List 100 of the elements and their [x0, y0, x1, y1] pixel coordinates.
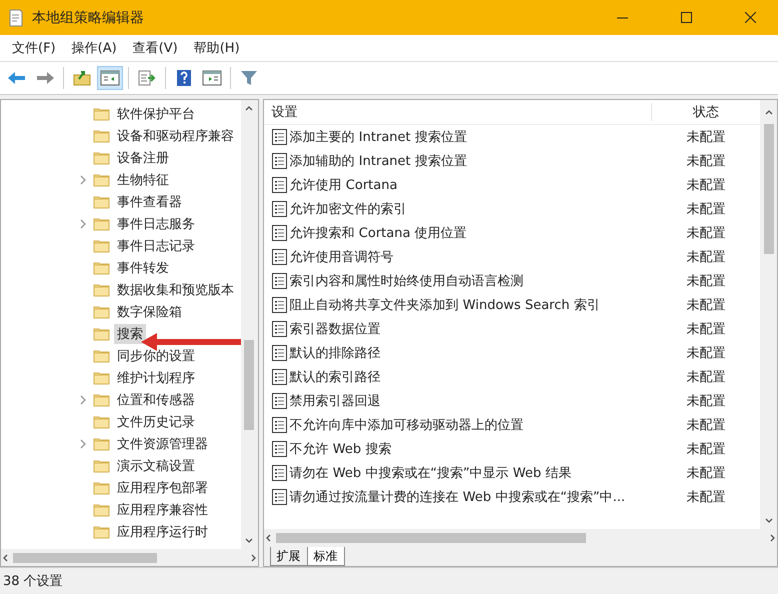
setting-name[interactable]: 不允许向库中添加可移动驱动器上的位置	[290, 416, 652, 434]
up-caret-icon[interactable]	[245, 104, 254, 112]
view-tab[interactable]: 标准	[306, 547, 345, 566]
tree-item[interactable]: 事件日志服务	[114, 214, 198, 234]
tree-item[interactable]: 设备注册	[114, 148, 172, 168]
setting-name[interactable]: 请勿在 Web 中搜索或在“搜索”中显示 Web 结果	[290, 464, 652, 482]
tree-item[interactable]: 软件保护平台	[114, 104, 198, 124]
right-caret-icon[interactable]	[769, 534, 777, 542]
tree-item[interactable]: 应用程序运行时	[114, 522, 211, 542]
tree-item[interactable]: 应用程序包部署	[114, 478, 211, 498]
expand-chevron-icon[interactable]	[80, 395, 86, 405]
policy-icon	[272, 129, 287, 145]
setting-name[interactable]: 添加辅助的 Intranet 搜索位置	[290, 152, 652, 170]
setting-state: 未配置	[686, 441, 726, 458]
setting-name[interactable]: 允许使用 Cortana	[290, 176, 652, 194]
tree-item[interactable]: 数字保险箱	[114, 302, 185, 322]
horizontal-scrollbar[interactable]	[264, 529, 777, 546]
setting-name[interactable]: 阻止自动将共享文件夹添加到 Windows Search 索引	[290, 296, 652, 314]
tree-item[interactable]: 事件日志记录	[114, 236, 198, 256]
tree-item[interactable]: 事件转发	[114, 258, 172, 278]
folder-icon	[93, 195, 110, 209]
column-header[interactable]: 设置	[264, 103, 651, 121]
folder-icon	[93, 305, 110, 319]
folder-icon	[93, 459, 110, 473]
back-arrow-icon	[7, 71, 27, 85]
scrollbar-thumb[interactable]	[764, 124, 774, 254]
scrollbar-thumb[interactable]	[13, 552, 157, 562]
setting-state: 未配置	[686, 417, 726, 434]
tree-item[interactable]: 同步你的设置	[114, 346, 198, 366]
tree-item[interactable]: 事件查看器	[114, 192, 185, 212]
right-caret-icon[interactable]	[250, 554, 258, 562]
policy-icon	[272, 249, 287, 265]
policy-icon	[272, 153, 287, 169]
tree-item[interactable]: 位置和传感器	[114, 390, 198, 410]
setting-state: 未配置	[686, 369, 726, 386]
policy-icon	[272, 297, 287, 313]
down-caret-icon[interactable]	[245, 537, 254, 545]
folder-icon	[93, 327, 110, 341]
folder-icon	[93, 129, 110, 143]
setting-name[interactable]: 不允许 Web 搜索	[290, 440, 652, 458]
setting-name[interactable]: 默认的排除路径	[290, 344, 652, 362]
left-caret-icon[interactable]	[1, 554, 9, 562]
horizontal-scrollbar[interactable]	[1, 549, 258, 566]
setting-name[interactable]: 禁用索引器回退	[290, 392, 652, 410]
scrollbar-thumb[interactable]	[276, 532, 586, 542]
setting-name[interactable]: 默认的索引路径	[290, 368, 652, 386]
setting-state: 未配置	[686, 393, 726, 410]
setting-name[interactable]: 允许使用音调符号	[290, 248, 652, 266]
tree-item[interactable]: 应用程序兼容性	[114, 500, 211, 520]
document-icon	[8, 8, 24, 26]
properties-icon	[202, 70, 222, 86]
up-caret-icon[interactable]	[764, 108, 772, 116]
menu-item[interactable]: 查看(V)	[124, 39, 186, 57]
scrollbar-thumb[interactable]	[244, 340, 254, 430]
setting-name[interactable]: 请勿通过按流量计费的连接在 Web 中搜索或在“搜索”中...	[290, 488, 652, 506]
folder-icon	[93, 217, 110, 231]
menu-item[interactable]: 文件(F)	[4, 39, 64, 57]
left-caret-icon[interactable]	[264, 534, 272, 542]
policy-icon	[272, 465, 287, 481]
setting-state: 未配置	[686, 201, 726, 218]
folder-icon	[93, 481, 110, 495]
policy-icon	[272, 225, 287, 241]
close-icon	[744, 12, 756, 23]
setting-state: 未配置	[686, 321, 726, 338]
expand-chevron-icon[interactable]	[80, 219, 86, 229]
tree-toggle-button[interactable]	[97, 66, 123, 90]
setting-state: 未配置	[686, 153, 726, 170]
tree-item[interactable]: 生物特征	[114, 170, 172, 190]
policy-icon	[272, 489, 287, 505]
down-caret-icon[interactable]	[764, 517, 772, 525]
setting-state: 未配置	[686, 489, 726, 506]
view-tab[interactable]: 扩展	[270, 547, 308, 566]
setting-name[interactable]: 添加主要的 Intranet 搜索位置	[290, 128, 652, 146]
setting-name[interactable]: 允许搜索和 Cortana 使用位置	[290, 224, 652, 242]
menu-item[interactable]: 帮助(H)	[186, 39, 248, 57]
expand-chevron-icon[interactable]	[80, 175, 86, 185]
tree-item[interactable]: 搜索	[114, 324, 146, 344]
menu-item[interactable]: 操作(A)	[64, 39, 125, 57]
setting-state: 未配置	[686, 297, 726, 314]
setting-name[interactable]: 索引内容和属性时始终使用自动语言检测	[290, 272, 652, 290]
policy-icon	[272, 177, 287, 193]
help-icon	[176, 69, 192, 87]
tree-item[interactable]: 设备和驱动程序兼容	[114, 126, 237, 146]
tree-item[interactable]: 数据收集和预览版本	[114, 280, 237, 300]
vertical-scrollbar[interactable]	[760, 100, 777, 529]
folder-icon	[93, 107, 110, 121]
expand-chevron-icon[interactable]	[80, 439, 86, 449]
folder-icon	[93, 283, 110, 297]
tree-item[interactable]: 文件历史记录	[114, 412, 198, 432]
setting-state: 未配置	[686, 273, 726, 290]
policy-icon	[272, 201, 287, 217]
vertical-scrollbar[interactable]	[240, 100, 258, 549]
tree-item[interactable]: 演示文稿设置	[114, 456, 198, 476]
tree-item[interactable]: 文件资源管理器	[114, 434, 211, 454]
setting-name[interactable]: 允许加密文件的索引	[290, 200, 652, 218]
tree-item[interactable]: 维护计划程序	[114, 368, 198, 388]
policy-icon	[272, 345, 287, 361]
setting-name[interactable]: 索引器数据位置	[290, 320, 652, 338]
setting-state: 未配置	[686, 249, 726, 266]
setting-state: 未配置	[686, 177, 726, 194]
